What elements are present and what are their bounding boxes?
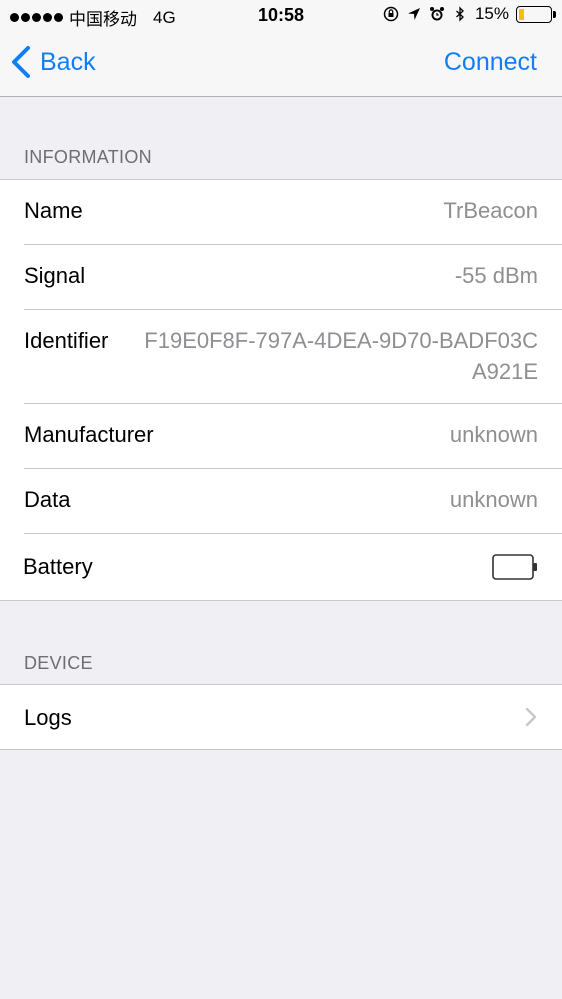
chevron-right-icon [525, 707, 537, 727]
top-bar: 中国移动 4G 10:58 15% Back Connect [0, 0, 562, 97]
navigation-bar: Back Connect [0, 32, 562, 96]
device-group: Logs [0, 684, 562, 750]
row-label: Battery [23, 554, 93, 579]
chevron-left-icon [12, 46, 30, 78]
information-group: Name TrBeacon Signal -55 dBm Identifier … [0, 179, 562, 601]
row-value: TrBeacon [443, 198, 538, 223]
info-row-name: Name TrBeacon [0, 180, 562, 245]
row-value: unknown [449, 422, 538, 447]
row-value: F19E0F8F-797A-4DEA-9D70-BADF03CA921E [144, 328, 538, 384]
battery-empty-icon [492, 554, 537, 580]
row-label: Data [24, 487, 71, 512]
info-row-battery: Battery [0, 534, 562, 600]
row-label: Identifier [24, 328, 109, 353]
info-row-data: Data unknown [0, 469, 562, 534]
row-label: Name [24, 198, 83, 223]
section-header-information: INFORMATION [24, 147, 152, 167]
row-value: -55 dBm [454, 263, 538, 288]
bluetooth-icon [456, 6, 464, 22]
logs-row[interactable]: Logs [0, 685, 562, 749]
back-button[interactable]: Back [10, 44, 96, 80]
info-row-identifier: Identifier F19E0F8F-797A-4DEA-9D70-BADF0… [0, 310, 562, 404]
orientation-lock-icon [383, 6, 399, 22]
row-label: Signal [24, 263, 86, 288]
section-header-device: DEVICE [24, 653, 93, 673]
back-label: Back [40, 47, 96, 76]
connect-button[interactable]: Connect [444, 44, 537, 80]
info-row-manufacturer: Manufacturer unknown [0, 404, 562, 469]
battery-percent: 15% [474, 4, 509, 23]
status-bar: 中国移动 4G 10:58 15% [0, 0, 562, 32]
battery-icon [516, 5, 556, 23]
info-row-signal: Signal -55 dBm [0, 245, 562, 310]
status-right: 15% [383, 4, 556, 24]
row-value: unknown [449, 487, 538, 512]
row-label: Logs [24, 705, 72, 730]
location-arrow-icon [407, 8, 420, 20]
alarm-icon [429, 7, 444, 21]
row-label: Manufacturer [24, 422, 154, 447]
